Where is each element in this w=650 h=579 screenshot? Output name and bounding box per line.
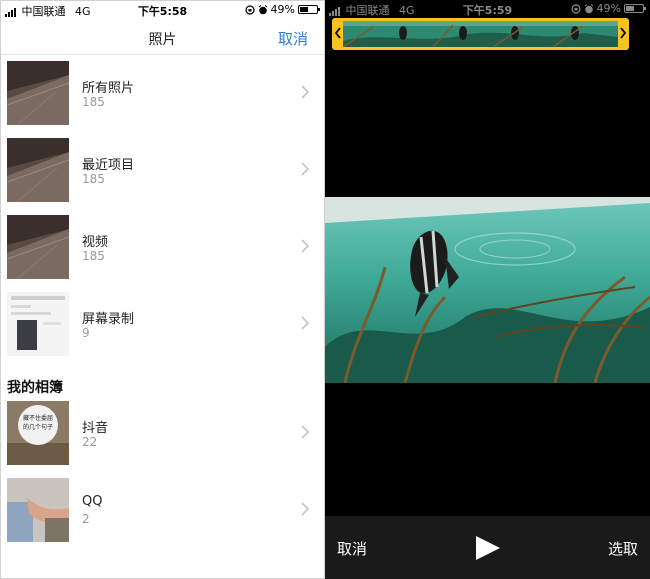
chevron-right-icon: [301, 316, 310, 330]
trim-scrubber[interactable]: [332, 18, 629, 50]
frame-strip: [343, 21, 618, 47]
album-count: 185: [82, 95, 105, 109]
play-icon[interactable]: [474, 535, 501, 561]
album-thumbnail: [7, 138, 69, 202]
chevron-right-icon: [301, 162, 310, 176]
album-name: 所有照片: [82, 81, 135, 96]
alarm-icon: [258, 4, 267, 14]
photo-album-picker: 中国联通 4G 下午5:58 49% 照片 取消 所有照片 185 最近项目 1…: [0, 0, 325, 579]
alarm-icon: [584, 3, 593, 13]
status-bar: 中国联通 4G 下午5:58 49%: [1, 1, 324, 19]
album-row-screen-recordings[interactable]: 屏幕录制 9: [1, 292, 324, 358]
editor-toolbar: 取消 选取: [325, 516, 650, 579]
album-name: QQ: [82, 494, 103, 509]
page-title: 照片: [148, 32, 177, 48]
album-thumbnail: [7, 292, 69, 356]
album-count: 185: [82, 249, 105, 263]
album-name: 最近项目: [82, 158, 135, 173]
battery-percent: 49%: [596, 2, 621, 15]
album-row-all-photos[interactable]: 所有照片 185: [1, 61, 324, 127]
trim-left-handle-icon[interactable]: [335, 27, 341, 39]
trim-right-handle-icon[interactable]: [620, 27, 626, 39]
battery-percent: 49%: [270, 3, 295, 16]
album-name: 视频: [82, 235, 109, 250]
album-thumbnail: [7, 478, 69, 542]
chevron-right-icon: [301, 85, 310, 99]
album-name: 抖音: [82, 421, 109, 436]
video-preview[interactable]: [325, 197, 650, 383]
status-bar: 中国联通 4G 下午5:59 49%: [325, 0, 650, 18]
cancel-button[interactable]: 取消: [278, 28, 308, 49]
album-row-videos[interactable]: 视频 185: [1, 215, 324, 281]
chevron-right-icon: [301, 239, 310, 253]
chevron-right-icon: [301, 425, 310, 439]
choose-button[interactable]: 选取: [608, 538, 638, 559]
album-thumbnail: [7, 61, 69, 125]
my-albums-heading: 我的相簿: [7, 380, 63, 396]
navigation-bar: 照片 取消: [1, 19, 324, 55]
status-right: 49%: [570, 2, 646, 15]
thumb-caption-line1: 藏不住委屈: [23, 414, 53, 422]
album-count: 22: [82, 435, 98, 449]
album-row-recents[interactable]: 最近项目 185: [1, 138, 324, 204]
chevron-right-icon: [301, 502, 310, 516]
battery-icon: [624, 4, 646, 13]
battery-icon: [298, 5, 320, 14]
album-row-douyin[interactable]: 藏不住委屈 的几个句子 抖音 22: [1, 401, 324, 467]
album-thumbnail: [7, 215, 69, 279]
thumb-caption-line2: 的几个句子: [23, 423, 53, 431]
album-count: 185: [82, 172, 105, 186]
album-thumbnail: 藏不住委屈 的几个句子: [7, 401, 69, 465]
cancel-button[interactable]: 取消: [337, 538, 367, 559]
rotation-lock-icon: [570, 3, 581, 14]
album-name: 屏幕录制: [82, 312, 135, 327]
album-count: 2: [82, 512, 90, 526]
album-row-qq[interactable]: QQ 2: [1, 478, 324, 544]
album-count: 9: [82, 326, 90, 340]
rotation-lock-icon: [244, 4, 255, 15]
status-right: 49%: [244, 3, 320, 16]
video-trim-editor: 中国联通 4G 下午5:59 49% 取消 选取: [325, 0, 650, 579]
